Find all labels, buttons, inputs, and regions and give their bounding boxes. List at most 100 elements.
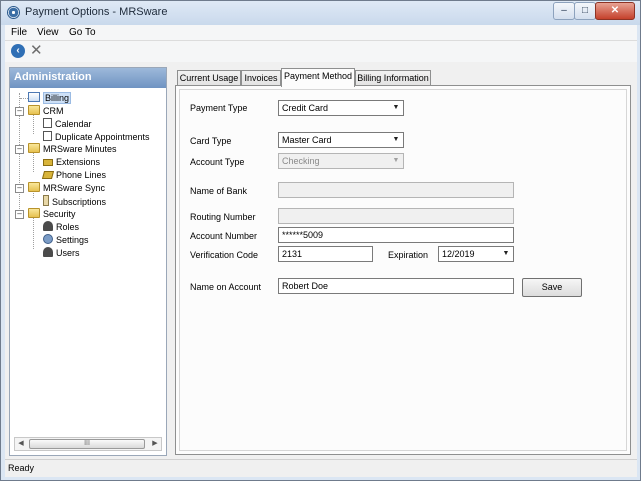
chevron-down-icon[interactable]: ▼ — [389, 133, 403, 147]
expand-security-toggle[interactable]: – — [15, 210, 24, 219]
tab-billing-information[interactable]: Billing Information — [355, 70, 431, 86]
admin-tree: Billing – CRM Calendar Duplicate Appoint… — [10, 90, 166, 435]
window-title: Payment Options - MRSware — [25, 6, 168, 18]
folder-icon — [28, 105, 40, 115]
sidebar-header: Administration — [10, 68, 166, 88]
tree-label: Subscriptions — [52, 197, 107, 207]
expiration-label: Expiration — [388, 250, 429, 260]
payment-type-label: Payment Type — [190, 103, 248, 113]
bank-name-label: Name of Bank — [190, 186, 248, 196]
folder-icon — [28, 143, 40, 153]
card-type-dropdown[interactable]: Master Card ▼ — [278, 132, 404, 148]
tree-label: MRSware Sync — [43, 183, 106, 193]
payment-method-panel: Payment Type Credit Card ▼ Card Type Mas… — [175, 85, 631, 455]
roles-icon — [43, 221, 53, 231]
routing-number-label: Routing Number — [190, 212, 256, 222]
tree-label: MRSware Minutes — [43, 144, 117, 154]
close-icon: ✕ — [610, 5, 620, 16]
tree-label: CRM — [43, 106, 64, 116]
app-logo-icon — [7, 6, 20, 19]
tree-item-security[interactable]: Security — [28, 208, 76, 220]
save-button[interactable]: Save — [522, 278, 582, 297]
tree-label: Roles — [56, 222, 80, 232]
name-on-account-label: Name on Account — [190, 282, 262, 292]
tree-label: Users — [56, 248, 80, 258]
account-number-field[interactable]: ******5009 — [278, 227, 514, 243]
subscription-icon — [43, 195, 49, 206]
payment-type-value: Credit Card — [282, 103, 329, 113]
tree-item-mrsware-minutes[interactable]: MRSware Minutes — [28, 143, 117, 155]
tree-label: Phone Lines — [56, 170, 107, 180]
expand-minutes-toggle[interactable]: – — [15, 145, 24, 154]
app-window: Payment Options - MRSware – □ ✕ File Vie… — [0, 0, 641, 481]
back-arrow-icon[interactable]: ‹ — [11, 44, 25, 58]
menu-view[interactable]: View — [37, 27, 59, 38]
name-on-account-field[interactable]: Robert Doe — [278, 278, 514, 294]
tree-label: Extensions — [56, 157, 101, 167]
chevron-down-icon: ▼ — [392, 157, 400, 164]
menu-go-to[interactable]: Go To — [69, 27, 96, 38]
tree-item-users[interactable]: Users — [43, 247, 80, 259]
close-button[interactable]: ✕ — [595, 2, 635, 20]
account-type-label: Account Type — [190, 157, 245, 167]
expand-crm-toggle[interactable]: – — [15, 107, 24, 116]
tree-label: Calendar — [55, 119, 92, 129]
chevron-down-icon[interactable]: ▼ — [389, 101, 403, 115]
tree-item-billing[interactable]: Billing — [28, 92, 72, 104]
users-icon — [43, 247, 53, 257]
tab-payment-method[interactable]: Payment Method — [281, 68, 355, 87]
tab-current-usage[interactable]: Current Usage — [177, 70, 241, 86]
tree-label: Settings — [56, 235, 89, 245]
account-type-value: Checking — [282, 156, 320, 166]
tree-item-duplicate-appointments[interactable]: Duplicate Appointments — [43, 131, 150, 143]
title-bar[interactable]: Payment Options - MRSware – □ ✕ — [1, 1, 640, 25]
sidebar-horizontal-scrollbar[interactable]: ◀ III ▶ — [14, 437, 162, 451]
scroll-left-icon[interactable]: ◀ — [15, 438, 27, 450]
client-area: Administration Billing – CRM Calendar Du… — [5, 62, 637, 459]
tab-invoices[interactable]: Invoices — [241, 70, 281, 86]
folder-icon — [28, 208, 40, 218]
billing-icon — [28, 92, 40, 102]
tree-item-phone-lines[interactable]: Phone Lines — [41, 169, 107, 181]
tree-label: Duplicate Appointments — [55, 132, 150, 142]
calendar-icon — [43, 118, 52, 128]
account-number-label: Account Number — [190, 231, 258, 241]
folder-icon — [28, 182, 40, 192]
minimize-button[interactable]: – — [553, 2, 575, 20]
phone-line-icon — [41, 171, 55, 179]
status-bar: Ready — [5, 459, 637, 477]
account-type-dropdown: Checking ▼ — [278, 153, 404, 169]
tree-connector — [20, 98, 28, 99]
extension-icon — [43, 159, 53, 166]
gear-icon — [43, 234, 53, 244]
menu-file[interactable]: File — [11, 27, 27, 38]
routing-number-field — [278, 208, 514, 224]
tree-item-extensions[interactable]: Extensions — [43, 156, 100, 168]
tree-item-roles[interactable]: Roles — [43, 221, 79, 233]
payment-type-dropdown[interactable]: Credit Card ▼ — [278, 100, 404, 116]
expiration-dropdown[interactable]: 12/2019 ▼ — [438, 246, 514, 262]
chevron-down-icon[interactable]: ▼ — [499, 247, 513, 261]
maximize-icon: □ — [581, 5, 589, 16]
minimize-icon: – — [561, 5, 567, 16]
document-icon — [43, 131, 52, 141]
bank-name-field — [278, 182, 514, 198]
scroll-thumb[interactable]: III — [29, 439, 145, 449]
scroll-right-icon[interactable]: ▶ — [149, 438, 161, 450]
verification-code-label: Verification Code — [190, 250, 259, 260]
card-type-value: Master Card — [282, 135, 332, 145]
tree-item-subscriptions[interactable]: Subscriptions — [43, 195, 106, 208]
x-icon[interactable]: ✕ — [30, 42, 43, 59]
verification-code-field[interactable]: 2131 — [278, 246, 373, 262]
expiration-value: 12/2019 — [442, 249, 475, 259]
tree-item-crm[interactable]: CRM — [28, 105, 64, 117]
card-type-label: Card Type — [190, 136, 232, 146]
menu-bar: File View Go To — [5, 25, 637, 41]
tree-item-calendar[interactable]: Calendar — [43, 118, 92, 130]
tree-item-settings[interactable]: Settings — [43, 234, 89, 246]
status-text: Ready — [8, 463, 35, 473]
toolbar: ‹ ✕ — [5, 41, 637, 62]
tree-item-mrsware-sync[interactable]: MRSware Sync — [28, 182, 105, 194]
maximize-button[interactable]: □ — [574, 2, 596, 20]
expand-sync-toggle[interactable]: – — [15, 184, 24, 193]
